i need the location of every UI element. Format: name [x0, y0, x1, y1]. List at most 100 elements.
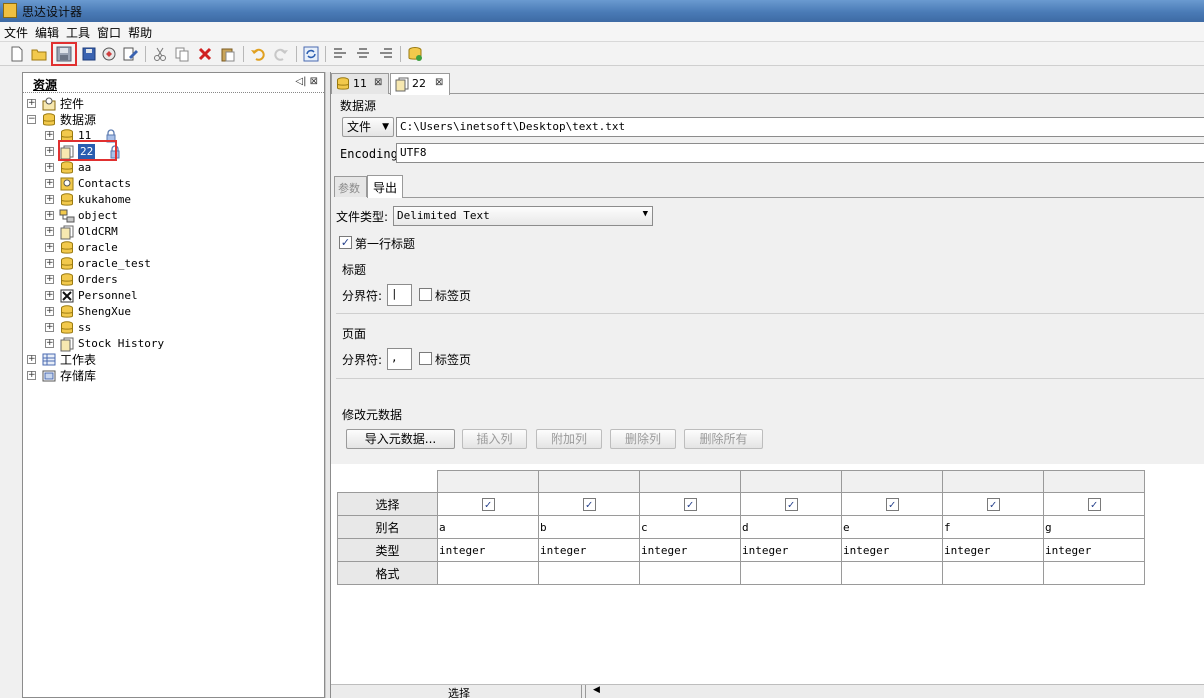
tree-item[interactable]: + kukahome	[45, 192, 323, 208]
tree-item[interactable]: + object	[45, 208, 323, 224]
align-center-icon[interactable]	[354, 45, 372, 63]
tree-item[interactable]: + oracle_test	[45, 256, 323, 272]
column-header[interactable]	[740, 470, 842, 493]
alias-cell[interactable]: f	[942, 515, 1044, 539]
tree-item[interactable]: − 数据源	[27, 112, 323, 128]
file-type-select[interactable]: Delimited Text ▼	[393, 206, 653, 226]
new-icon[interactable]	[8, 45, 26, 63]
tree-item[interactable]: + Personnel	[45, 288, 323, 304]
tree-item[interactable]: + Orders	[45, 272, 323, 288]
body-tab-checkbox[interactable]	[419, 352, 432, 365]
tab-11[interactable]: 11 ⊠	[331, 73, 389, 94]
expand-icon[interactable]: +	[45, 163, 54, 172]
close-icon[interactable]: ⊠	[435, 77, 443, 88]
preview-icon[interactable]	[100, 45, 118, 63]
expand-icon[interactable]: +	[45, 211, 54, 220]
column-select-checkbox[interactable]: ✓	[683, 497, 697, 511]
body-delimiter-field[interactable]: ,	[387, 348, 412, 370]
undo-icon[interactable]	[249, 45, 267, 63]
tree-item[interactable]: + aa	[45, 160, 323, 176]
format-cell[interactable]	[841, 561, 943, 585]
source-type-select[interactable]: 文件 ▼	[342, 117, 394, 137]
tree-item[interactable]: + 存储库	[27, 368, 323, 384]
insert-column-button[interactable]: 插入列	[462, 429, 527, 449]
header-tab-checkbox[interactable]	[419, 288, 432, 301]
import-metadata-button[interactable]: 导入元数据...	[346, 429, 455, 449]
format-cell[interactable]	[740, 561, 842, 585]
format-cell[interactable]	[1043, 561, 1145, 585]
alias-cell[interactable]: b	[538, 515, 640, 539]
type-cell[interactable]: integer	[437, 538, 539, 562]
delete-all-button[interactable]: 删除所有	[684, 429, 763, 449]
alias-cell[interactable]: e	[841, 515, 943, 539]
expand-icon[interactable]: +	[45, 131, 54, 140]
tree-item[interactable]: + 工作表	[27, 352, 323, 368]
database-toolbar-icon[interactable]	[406, 45, 424, 63]
refresh-icon[interactable]	[302, 45, 320, 63]
header-delimiter-field[interactable]: |	[387, 284, 412, 306]
column-select-checkbox[interactable]: ✓	[784, 497, 798, 511]
expand-icon[interactable]: +	[27, 371, 36, 380]
tree-item[interactable]: + Stock History	[45, 336, 323, 352]
cut-icon[interactable]	[151, 45, 169, 63]
column-header[interactable]	[942, 470, 1044, 493]
collapse-icon[interactable]: −	[27, 115, 36, 124]
file-path-field[interactable]: C:\Users\inetsoft\Desktop\text.txt	[396, 117, 1204, 137]
alias-cell[interactable]: c	[639, 515, 741, 539]
delete-column-button[interactable]: 删除列	[610, 429, 676, 449]
delete-icon[interactable]	[196, 45, 214, 63]
column-header[interactable]	[841, 470, 943, 493]
expand-icon[interactable]: +	[45, 339, 54, 348]
menu-edit[interactable]: 编辑	[31, 22, 62, 41]
column-select-checkbox[interactable]: ✓	[1087, 497, 1101, 511]
type-cell[interactable]: integer	[942, 538, 1044, 562]
column-header[interactable]	[538, 470, 640, 493]
save-all-icon[interactable]	[80, 45, 98, 63]
open-folder-icon[interactable]	[30, 45, 48, 63]
menu-tools[interactable]: 工具	[62, 22, 93, 41]
expand-icon[interactable]: +	[27, 99, 36, 108]
menu-file[interactable]: 文件	[0, 22, 31, 41]
format-cell[interactable]	[437, 561, 539, 585]
expand-icon[interactable]: +	[45, 227, 54, 236]
tree-item[interactable]: + 控件	[27, 96, 323, 112]
expand-icon[interactable]: +	[27, 355, 36, 364]
expand-icon[interactable]: +	[45, 195, 54, 204]
tree-item[interactable]: + ShengXue	[45, 304, 323, 320]
expand-icon[interactable]: +	[45, 307, 54, 316]
append-column-button[interactable]: 附加列	[536, 429, 602, 449]
tree-item[interactable]: + oracle	[45, 240, 323, 256]
type-cell[interactable]: integer	[538, 538, 640, 562]
expand-icon[interactable]: +	[45, 275, 54, 284]
column-select-checkbox[interactable]: ✓	[582, 497, 596, 511]
format-cell[interactable]	[538, 561, 640, 585]
tree-item[interactable]: + Contacts	[45, 176, 323, 192]
panel-controls[interactable]: ◁| ⊠	[295, 76, 318, 87]
menu-window[interactable]: 窗口	[93, 22, 124, 41]
column-select-checkbox[interactable]: ✓	[986, 497, 1000, 511]
edit-icon[interactable]	[121, 45, 139, 63]
expand-icon[interactable]: +	[45, 243, 54, 252]
paste-icon[interactable]	[219, 45, 237, 63]
expand-icon[interactable]: +	[45, 323, 54, 332]
column-select-checkbox[interactable]: ✓	[885, 497, 899, 511]
expand-icon[interactable]: +	[45, 259, 54, 268]
column-select-checkbox[interactable]: ✓	[481, 497, 495, 511]
expand-icon[interactable]: +	[45, 291, 54, 300]
close-icon[interactable]: ⊠	[374, 77, 382, 88]
type-cell[interactable]: integer	[1043, 538, 1145, 562]
menu-help[interactable]: 帮助	[124, 22, 155, 41]
expand-icon[interactable]: +	[45, 147, 54, 156]
first-row-header-checkbox[interactable]: ✓	[339, 236, 352, 249]
tree-item[interactable]: + ss	[45, 320, 323, 336]
type-cell[interactable]: integer	[740, 538, 842, 562]
copy-icon[interactable]	[173, 45, 191, 63]
type-cell[interactable]: integer	[639, 538, 741, 562]
expand-icon[interactable]: +	[45, 179, 54, 188]
align-right-icon[interactable]	[377, 45, 395, 63]
encoding-field[interactable]: UTF8	[396, 143, 1204, 163]
column-header[interactable]	[639, 470, 741, 493]
format-cell[interactable]	[639, 561, 741, 585]
tree-item[interactable]: + OldCRM	[45, 224, 323, 240]
column-header[interactable]	[437, 470, 539, 493]
